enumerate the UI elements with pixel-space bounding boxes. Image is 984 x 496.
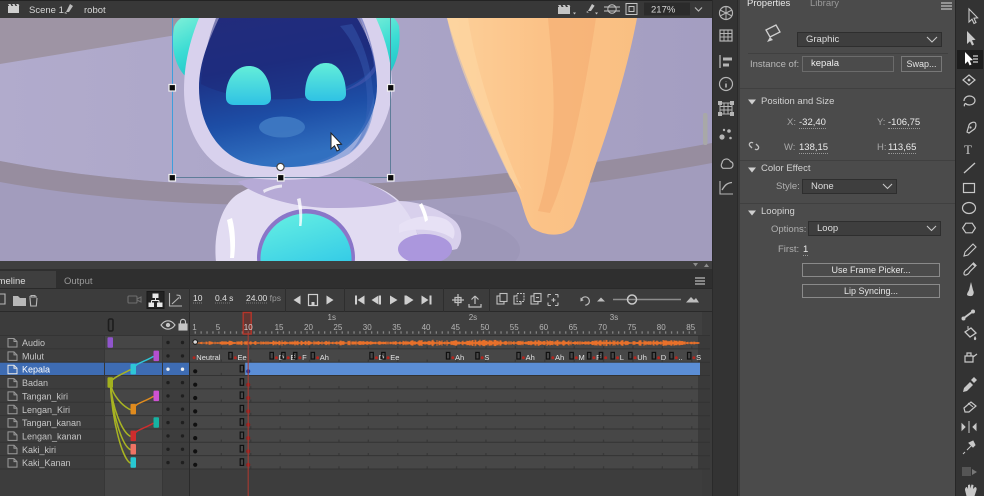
svg-text:Scene 1: Scene 1 — [29, 5, 64, 16]
svg-text:T: T — [964, 142, 972, 157]
svg-text:Mulut: Mulut — [22, 351, 45, 361]
svg-text:Badan: Badan — [22, 378, 48, 388]
svg-text:30: 30 — [363, 323, 372, 332]
svg-text:60: 60 — [539, 323, 548, 332]
svg-text:45: 45 — [451, 323, 460, 332]
svg-text:robot: robot — [84, 5, 106, 16]
svg-text:Tangan_kanan: Tangan_kanan — [22, 418, 81, 428]
svg-text:Ah: Ah — [455, 353, 464, 362]
svg-text:2s: 2s — [469, 313, 477, 322]
svg-text:Kepala: Kepala — [22, 365, 50, 375]
svg-text:D: D — [661, 353, 667, 362]
svg-text:Lengan_Kiri: Lengan_Kiri — [22, 405, 70, 415]
svg-text:25: 25 — [333, 323, 342, 332]
svg-text:F: F — [302, 353, 307, 362]
svg-text:40: 40 — [422, 323, 431, 332]
svg-text:50: 50 — [480, 323, 489, 332]
svg-text:Uh: Uh — [637, 353, 647, 362]
svg-text:F: F — [596, 353, 601, 362]
svg-text:L: L — [620, 353, 624, 362]
svg-text:3s: 3s — [610, 313, 618, 322]
svg-text:Ah: Ah — [555, 353, 564, 362]
svg-text:Output: Output — [64, 276, 93, 287]
svg-text:Timeline: Timeline — [0, 276, 26, 287]
svg-text:Ah: Ah — [320, 353, 329, 362]
svg-text:70: 70 — [598, 323, 607, 332]
svg-text:15: 15 — [275, 323, 284, 332]
svg-text:1: 1 — [192, 323, 197, 332]
svg-text:Ah: Ah — [526, 353, 535, 362]
svg-text:Ee: Ee — [390, 353, 399, 362]
svg-text:55: 55 — [510, 323, 519, 332]
svg-text:75: 75 — [627, 323, 636, 332]
svg-text:M: M — [579, 353, 585, 362]
svg-text:85: 85 — [686, 323, 695, 332]
svg-text:1s: 1s — [328, 313, 336, 322]
svg-text:Neutral: Neutral — [196, 353, 221, 362]
svg-text:5: 5 — [216, 323, 221, 332]
svg-text:10: 10 — [244, 323, 253, 332]
svg-text:24.00 fps: 24.00 fps — [246, 293, 281, 303]
svg-text:S: S — [484, 353, 489, 362]
svg-text:80: 80 — [657, 323, 666, 332]
svg-text:Kaki_kiri: Kaki_kiri — [22, 445, 56, 455]
svg-text:..: .. — [679, 353, 683, 362]
svg-text:S: S — [696, 353, 701, 362]
svg-text:Audio: Audio — [22, 338, 45, 348]
svg-text:35: 35 — [392, 323, 401, 332]
svg-text:65: 65 — [569, 323, 578, 332]
svg-text:Kaki_Kanan: Kaki_Kanan — [22, 458, 71, 468]
svg-text:Ee: Ee — [238, 353, 247, 362]
svg-text:Tangan_kiri: Tangan_kiri — [22, 391, 68, 401]
svg-text:20: 20 — [304, 323, 313, 332]
svg-text:Lengan_kanan: Lengan_kanan — [22, 431, 82, 441]
svg-text:10: 10 — [193, 293, 203, 303]
svg-text:217%: 217% — [651, 5, 676, 16]
svg-text:0.4 s: 0.4 s — [215, 293, 233, 303]
